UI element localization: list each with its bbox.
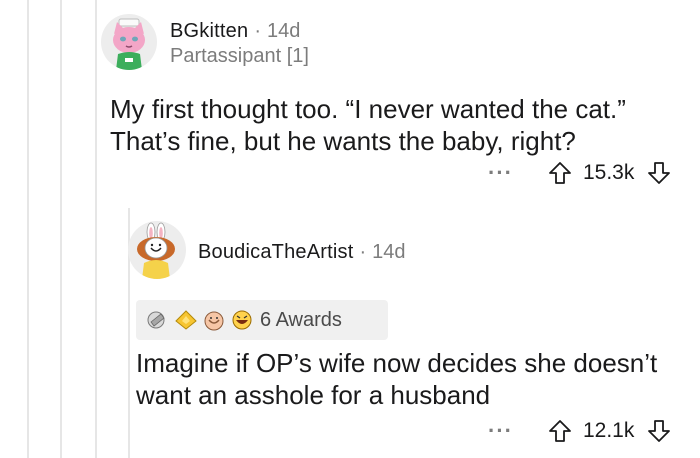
- username[interactable]: BGkitten: [170, 20, 248, 43]
- wholesome-award-icon: [202, 308, 226, 332]
- username[interactable]: BoudicaTheArtist: [198, 241, 354, 264]
- more-options-button[interactable]: ···: [488, 420, 513, 442]
- comment-2-actions: ··· 12.1k: [488, 418, 672, 444]
- awards-bar[interactable]: 6 Awards: [136, 300, 388, 340]
- comment-age[interactable]: 14d: [372, 241, 405, 264]
- more-options-button[interactable]: ···: [488, 162, 513, 184]
- comment-text-line: Imagine if OP’s wife now decides she doe…: [136, 348, 658, 378]
- comment-1-body: My first thought too. “I never wanted th…: [110, 93, 626, 157]
- pink-cat-avatar-icon[interactable]: [101, 14, 157, 70]
- downvote-arrow-icon[interactable]: [646, 418, 672, 444]
- comment-age[interactable]: 14d: [267, 20, 300, 43]
- bunny-ears-avatar-icon[interactable]: [128, 221, 186, 279]
- thread-line-3[interactable]: [95, 0, 97, 458]
- comment-text-line: That’s fine, but he wants the baby, righ…: [110, 126, 576, 156]
- comment-1-header: BGkitten · 14d Partassipant [1]: [170, 20, 309, 68]
- separator-dot: ·: [254, 20, 261, 42]
- comment-2-header: BoudicaTheArtist · 14d: [198, 241, 406, 264]
- laughing-award-icon: [230, 308, 254, 332]
- vote-score: 15.3k: [582, 161, 635, 184]
- upvote-arrow-icon[interactable]: [547, 160, 573, 186]
- comment-text-line: want an asshole for a husband: [136, 380, 491, 410]
- upvote-arrow-icon[interactable]: [547, 418, 573, 444]
- comment-2-body: Imagine if OP’s wife now decides she doe…: [136, 347, 657, 411]
- comment-text-line: My first thought too. “I never wanted th…: [110, 94, 626, 124]
- vote-score: 12.1k: [582, 419, 635, 442]
- awards-count-label: 6 Awards: [260, 308, 342, 331]
- comment-1-actions: ··· 15.3k: [488, 160, 672, 186]
- thread-line-2[interactable]: [60, 0, 62, 458]
- gold-award-icon: [174, 308, 198, 332]
- thread-line-1[interactable]: [27, 0, 29, 458]
- separator-dot: ·: [359, 241, 367, 263]
- user-flair: Partassipant [1]: [170, 45, 309, 67]
- silver-award-icon: [146, 308, 170, 332]
- downvote-arrow-icon[interactable]: [646, 160, 672, 186]
